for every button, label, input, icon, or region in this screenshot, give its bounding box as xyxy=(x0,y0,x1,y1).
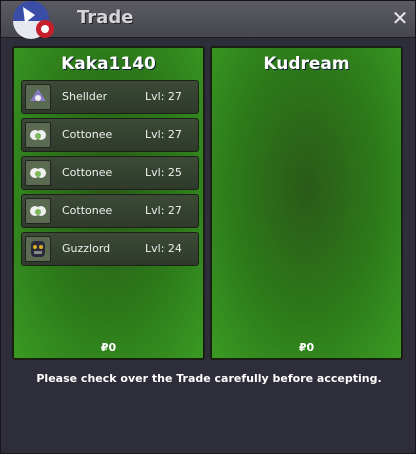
pokemon-row[interactable]: Cottonee Lvl: 27 xyxy=(21,194,199,228)
pokemon-level: Lvl: 24 xyxy=(145,242,182,255)
cottonee-icon xyxy=(25,198,51,224)
left-trade-panel: Kaka1140 Shellder Lvl: 27 Cottonee Lvl: … xyxy=(12,46,205,360)
pokemon-name: Cottonee xyxy=(62,166,113,179)
pokemon-name: Shellder xyxy=(62,90,108,103)
shellder-icon xyxy=(25,84,51,110)
left-player-name: Kaka1140 xyxy=(61,54,156,74)
right-money: ₽0 xyxy=(298,341,315,354)
pokeball-logo-icon xyxy=(13,1,54,39)
pokemon-level: Lvl: 27 xyxy=(145,204,182,217)
pokemon-row[interactable]: Guzzlord Lvl: 24 xyxy=(21,232,199,266)
cottonee-icon xyxy=(25,160,51,186)
pokemon-level: Lvl: 27 xyxy=(145,90,182,103)
trade-window: Trade ✕ Kaka1140 Shellder Lvl: 27 Cotton… xyxy=(0,0,416,454)
window-title: Trade xyxy=(77,7,134,28)
pokemon-row[interactable]: Cottonee Lvl: 25 xyxy=(21,156,199,190)
title-bar[interactable]: Trade ✕ xyxy=(1,1,415,39)
pokemon-name: Cottonee xyxy=(62,128,113,141)
right-trade-panel: Kudream ₽0 xyxy=(210,46,403,360)
guzzlord-icon xyxy=(25,236,51,262)
pokemon-level: Lvl: 25 xyxy=(145,166,182,179)
right-player-name: Kudream xyxy=(263,54,350,74)
close-icon[interactable]: ✕ xyxy=(391,8,409,28)
pokemon-level: Lvl: 27 xyxy=(145,128,182,141)
left-money: ₽0 xyxy=(100,341,117,354)
trade-message: Please check over the Trade carefully be… xyxy=(36,372,382,385)
pokemon-row[interactable]: Cottonee Lvl: 27 xyxy=(21,118,199,152)
pokemon-row[interactable]: Shellder Lvl: 27 xyxy=(21,80,199,114)
cottonee-icon xyxy=(25,122,51,148)
pokemon-name: Guzzlord xyxy=(62,242,111,255)
pokemon-name: Cottonee xyxy=(62,204,113,217)
